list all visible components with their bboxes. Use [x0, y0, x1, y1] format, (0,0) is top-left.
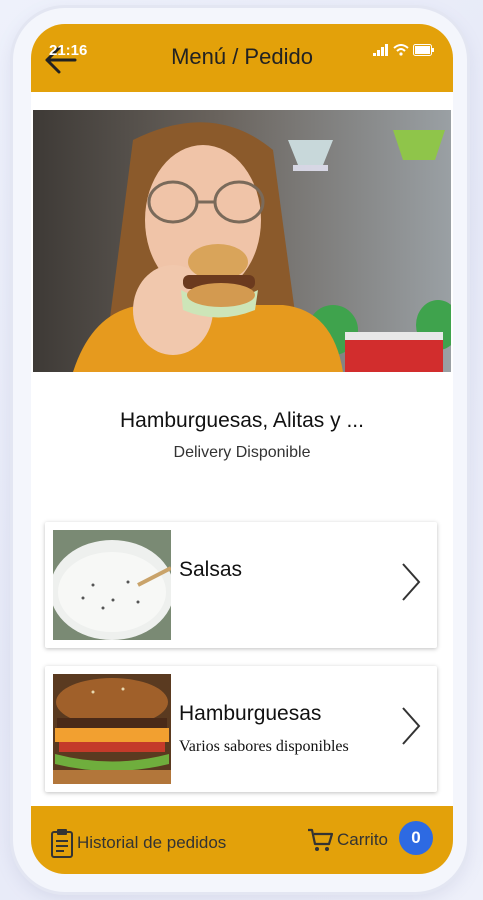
status-icons: [373, 44, 435, 56]
store-name: Hamburguesas, Alitas y ...: [120, 409, 364, 432]
category-subtitle: Varios sabores disponibles: [179, 738, 349, 755]
hero-image: [33, 110, 451, 372]
delivery-status: Delivery Disponible: [173, 444, 311, 461]
app-screen: 21:16 Menú / Pedido Hamburguesas, Alitas…: [31, 24, 453, 874]
chevron-right-icon[interactable]: [399, 704, 423, 748]
clipboard-icon: [51, 829, 73, 858]
wifi-icon: [393, 44, 409, 56]
category-title: Salsas: [179, 558, 243, 581]
category-card-hamburguesas[interactable]: Hamburguesas Varios sabores disponibles: [45, 666, 437, 792]
salsas-thumbnail: [53, 530, 171, 640]
cart-button[interactable]: Carrito: [307, 828, 388, 852]
battery-icon: [413, 44, 434, 56]
burger-photo: [33, 110, 451, 372]
hamburguesas-thumbnail: [53, 674, 171, 784]
category-title: Hamburguesas: [179, 702, 322, 725]
order-history-button[interactable]: Historial de pedidos: [51, 828, 226, 858]
cart-count-badge: 0: [399, 821, 433, 855]
cart-icon: [308, 828, 333, 851]
order-history-label: Historial de pedidos: [77, 833, 227, 852]
category-card-salsas[interactable]: Salsas: [45, 522, 437, 648]
bottom-bar: Historial de pedidos Carrito 0: [31, 806, 453, 874]
header-bar: 21:16 Menú / Pedido: [31, 24, 453, 92]
signal-icon: [373, 44, 388, 56]
cart-label: Carrito: [337, 830, 389, 849]
chevron-right-icon[interactable]: [399, 560, 423, 604]
